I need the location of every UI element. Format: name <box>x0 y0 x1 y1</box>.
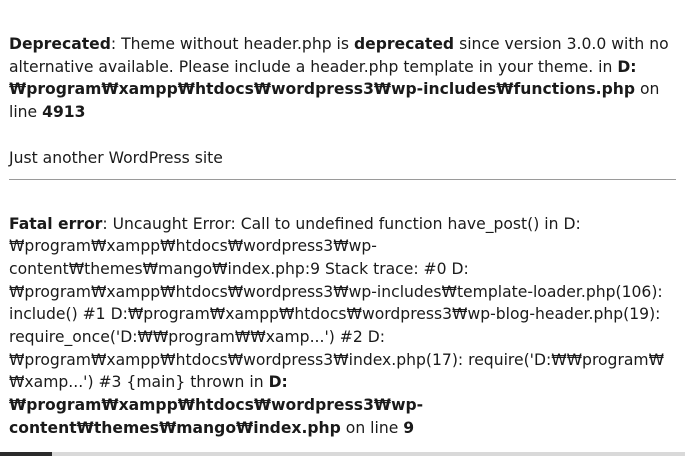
fatal-error-message: : Uncaught Error: Call to undefined func… <box>9 214 665 392</box>
deprecated-notice: Deprecated: Theme without header.php is … <box>9 33 676 124</box>
fatal-error-line-number: 9 <box>403 418 415 437</box>
deprecated-emphasis: deprecated <box>353 35 455 53</box>
fatal-error-on-line: on line <box>340 418 404 437</box>
fatal-error: Fatal error: Uncaught Error: Call to und… <box>9 213 676 440</box>
site-description: Just another WordPress site <box>9 148 223 167</box>
page-content: Deprecated: Theme without header.php is … <box>9 0 676 440</box>
horizontal-scrollbar[interactable] <box>0 452 685 456</box>
deprecated-message-part1: : Theme without header.php is <box>110 35 354 53</box>
separator <box>9 178 676 180</box>
fatal-error-label: Fatal error <box>9 214 103 233</box>
scrollbar-thumb[interactable] <box>0 452 52 456</box>
deprecated-line-number: 4913 <box>42 103 86 122</box>
deprecated-label: Deprecated <box>9 35 111 53</box>
